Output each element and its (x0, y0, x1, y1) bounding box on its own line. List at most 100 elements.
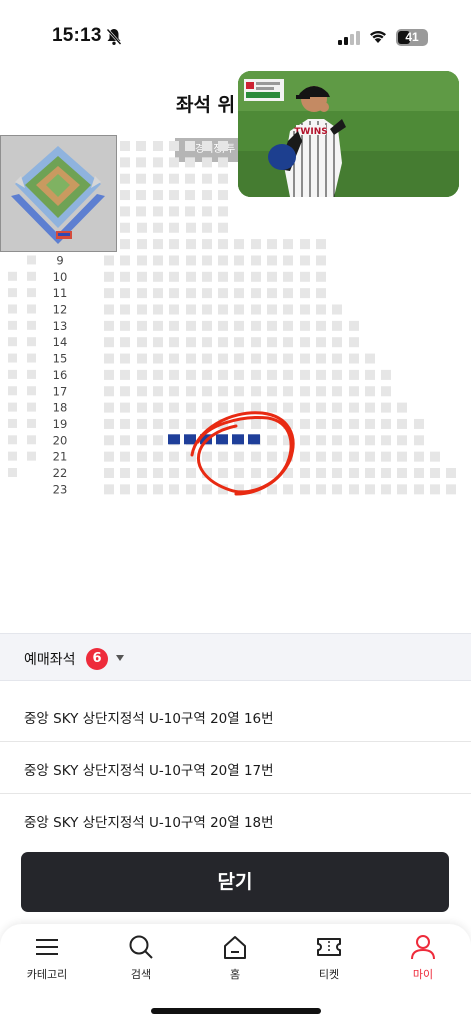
seat[interactable] (186, 255, 196, 266)
seat[interactable] (365, 386, 375, 397)
seat[interactable] (251, 369, 261, 380)
seat[interactable] (365, 451, 375, 462)
seat[interactable] (137, 222, 147, 233)
seat[interactable] (283, 288, 293, 299)
seat[interactable] (202, 451, 212, 462)
seat[interactable] (234, 468, 244, 478)
seat[interactable] (267, 271, 277, 282)
selected-seat[interactable] (248, 434, 260, 445)
seat[interactable] (234, 402, 244, 413)
seat[interactable] (300, 451, 310, 462)
seat[interactable] (267, 451, 277, 462)
seat[interactable] (27, 320, 36, 330)
seat[interactable] (27, 255, 36, 265)
tab-search[interactable]: 검색 (94, 934, 188, 994)
seat[interactable] (136, 206, 146, 217)
seat[interactable] (169, 451, 179, 462)
seat[interactable] (430, 484, 440, 495)
seat[interactable] (169, 157, 179, 168)
seat[interactable] (27, 369, 36, 379)
seat[interactable] (283, 369, 293, 380)
seat[interactable] (332, 386, 342, 397)
seat[interactable] (300, 304, 310, 315)
seat[interactable] (283, 320, 293, 331)
seat[interactable] (169, 239, 179, 250)
seat[interactable] (120, 369, 130, 380)
seat[interactable] (267, 369, 277, 380)
seat[interactable] (120, 435, 130, 446)
seat[interactable] (430, 468, 440, 478)
seat[interactable] (27, 402, 36, 412)
seat[interactable] (185, 173, 195, 184)
seat[interactable] (104, 369, 114, 380)
seat[interactable] (251, 288, 261, 299)
seat[interactable] (185, 190, 195, 201)
seat[interactable] (300, 320, 310, 331)
seat[interactable] (185, 206, 195, 217)
seat[interactable] (234, 304, 244, 315)
seat[interactable] (365, 468, 375, 478)
seat[interactable] (300, 239, 310, 250)
seat[interactable] (251, 304, 261, 315)
seat[interactable] (120, 173, 130, 184)
seat[interactable] (267, 320, 277, 331)
seat[interactable] (234, 451, 244, 462)
seat[interactable] (104, 418, 114, 429)
seat[interactable] (349, 337, 359, 348)
seat[interactable] (316, 435, 326, 446)
seat[interactable] (316, 255, 326, 266)
seat[interactable] (120, 271, 130, 282)
seat[interactable] (414, 484, 424, 495)
seat[interactable] (8, 435, 17, 445)
seat[interactable] (186, 239, 196, 250)
seat[interactable] (332, 304, 342, 315)
seat[interactable] (316, 402, 326, 413)
seat[interactable] (234, 239, 244, 250)
seat[interactable] (169, 222, 179, 233)
seat[interactable] (202, 484, 212, 495)
seat[interactable] (104, 402, 114, 413)
seat[interactable] (120, 484, 130, 495)
seat[interactable] (251, 418, 261, 429)
seat[interactable] (136, 190, 146, 201)
seat[interactable] (316, 451, 326, 462)
seat[interactable] (218, 320, 228, 331)
seat[interactable] (349, 484, 359, 495)
seat[interactable] (153, 271, 163, 282)
seat[interactable] (267, 435, 277, 446)
seat[interactable] (365, 369, 375, 380)
seat[interactable] (153, 337, 163, 348)
seat[interactable] (153, 222, 163, 233)
seat[interactable] (300, 386, 310, 397)
seat[interactable] (218, 337, 228, 348)
seat[interactable] (169, 255, 179, 266)
seat[interactable] (349, 468, 359, 478)
seat[interactable] (349, 386, 359, 397)
seat[interactable] (153, 484, 163, 495)
seat[interactable] (316, 239, 326, 250)
seat[interactable] (300, 288, 310, 299)
seat[interactable] (316, 369, 326, 380)
seat[interactable] (104, 353, 114, 364)
seat[interactable] (169, 271, 179, 282)
seat[interactable] (414, 451, 424, 462)
seat[interactable] (381, 484, 391, 495)
seat[interactable] (283, 239, 293, 250)
seat[interactable] (27, 288, 36, 298)
seat[interactable] (137, 271, 147, 282)
seat[interactable] (316, 288, 326, 299)
seat[interactable] (332, 468, 342, 478)
seat[interactable] (283, 271, 293, 282)
seat[interactable] (120, 157, 130, 168)
seat[interactable] (120, 402, 130, 413)
seat[interactable] (316, 386, 326, 397)
seat[interactable] (137, 484, 147, 495)
seat[interactable] (218, 206, 228, 217)
seat[interactable] (120, 353, 130, 364)
seat[interactable] (8, 468, 17, 477)
seat[interactable] (332, 484, 342, 495)
seat[interactable] (27, 435, 36, 445)
seat[interactable] (153, 190, 163, 201)
seat[interactable] (169, 337, 179, 348)
seat[interactable] (300, 468, 310, 478)
